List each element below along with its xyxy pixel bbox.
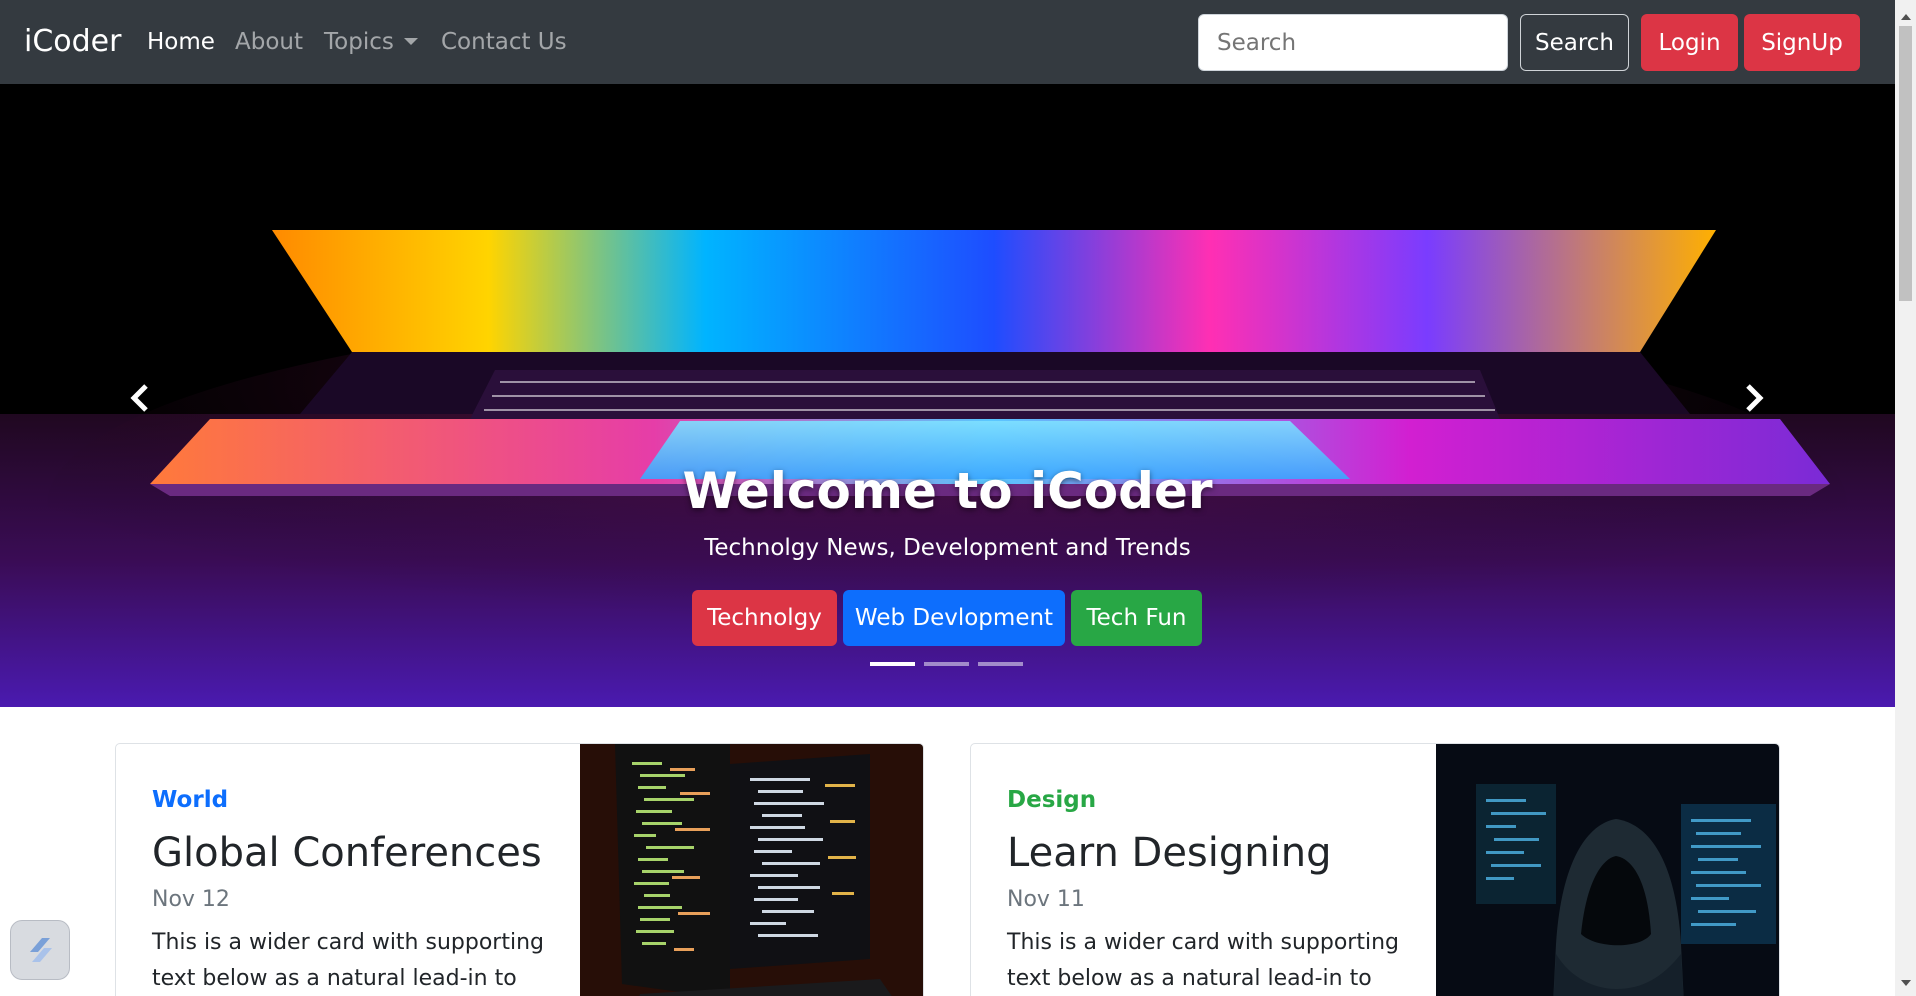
nav-dropdown-topics-label: Topics	[324, 29, 394, 55]
card-category: World	[152, 787, 229, 813]
carousel-indicator-3[interactable]	[978, 662, 1023, 666]
login-button[interactable]: Login	[1641, 14, 1738, 71]
search-button[interactable]: Search	[1520, 14, 1629, 71]
card-title: Learn Designing	[1007, 830, 1332, 876]
scroll-down-arrow-icon[interactable]	[1901, 980, 1911, 986]
card-text: This is a wider card with supporting tex…	[1007, 930, 1399, 991]
card-date: Nov 12	[152, 887, 230, 912]
tech-fun-button[interactable]: Tech Fun	[1071, 590, 1202, 646]
signup-button[interactable]: SignUp	[1744, 14, 1860, 71]
hero-subtitle: Technolgy News, Development and Trends	[704, 535, 1191, 561]
card-title: Global Conferences	[152, 830, 542, 876]
lightning-icon	[30, 938, 52, 962]
card-date: Nov 11	[1007, 887, 1085, 912]
nav-link-contact[interactable]: Contact Us	[441, 29, 567, 55]
code-monitors-image	[580, 744, 923, 996]
hooded-hacker-image	[1436, 744, 1779, 996]
card-category: Design	[1007, 787, 1097, 813]
nav-dropdown-topics[interactable]: Topics	[324, 29, 418, 55]
article-card-world: World Global Conferences Nov 12 This is …	[115, 743, 924, 996]
carousel-indicator-2[interactable]	[924, 662, 969, 666]
carousel-next-button[interactable]	[1732, 378, 1772, 418]
navbar: iCoder Home About Topics Contact Us Sear…	[0, 0, 1895, 84]
chevron-right-icon	[1746, 384, 1764, 412]
vertical-scrollbar[interactable]	[1895, 0, 1916, 996]
web-development-button[interactable]: Web Devlopment	[843, 590, 1065, 646]
floating-widget-button[interactable]	[10, 920, 70, 980]
card-text: This is a wider card with supporting tex…	[152, 930, 544, 991]
scroll-thumb[interactable]	[1899, 26, 1912, 301]
search-input[interactable]	[1198, 14, 1508, 71]
chevron-left-icon	[130, 384, 148, 412]
caret-down-icon	[403, 37, 418, 45]
article-card-design: Design Learn Designing Nov 11 This is a …	[970, 743, 1780, 996]
brand-logo[interactable]: iCoder	[24, 24, 121, 59]
hero-carousel: Welcome to iCoder Technolgy News, Develo…	[0, 84, 1895, 707]
scroll-up-arrow-icon[interactable]	[1901, 14, 1911, 20]
technology-button[interactable]: Technolgy	[692, 590, 837, 646]
carousel-indicator-1[interactable]	[870, 662, 915, 666]
carousel-prev-button[interactable]	[122, 378, 162, 418]
hero-title: Welcome to iCoder	[682, 462, 1213, 520]
nav-link-about[interactable]: About	[235, 29, 303, 55]
nav-link-home[interactable]: Home	[147, 29, 215, 55]
